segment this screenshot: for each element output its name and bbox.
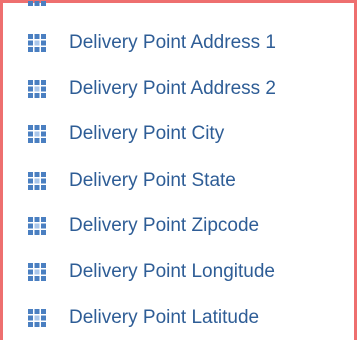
- field-label: Delivery Point Latitude: [69, 307, 260, 328]
- field-label: Delivery Point Address 1: [69, 32, 276, 53]
- table-grid-icon: [28, 0, 46, 6]
- table-grid-icon: [28, 172, 46, 190]
- field-item-delivery-point-state[interactable]: Delivery Point State: [3, 166, 354, 196]
- table-grid-icon: [28, 125, 46, 143]
- table-grid-icon: [28, 80, 46, 98]
- field-item-delivery-point-latitude[interactable]: Delivery Point Latitude: [3, 303, 354, 333]
- table-grid-icon: [28, 263, 46, 281]
- field-item-delivery-point-longitude[interactable]: Delivery Point Longitude: [3, 257, 354, 287]
- table-grid-icon: [28, 34, 46, 52]
- field-item-delivery-point-address-2[interactable]: Delivery Point Address 2: [3, 74, 354, 104]
- field-item-delivery-point-zipcode[interactable]: Delivery Point Zipcode: [3, 211, 354, 241]
- field-list-panel: Delivery Point Address 1 Delivery Point …: [0, 0, 357, 340]
- table-grid-icon: [28, 309, 46, 327]
- field-item-delivery-point-city[interactable]: Delivery Point City: [3, 119, 354, 149]
- field-label: Delivery Point State: [69, 170, 236, 191]
- field-item-delivery-point-address-1[interactable]: Delivery Point Address 1: [3, 28, 354, 58]
- table-grid-icon: [28, 217, 46, 235]
- field-label: Delivery Point City: [69, 123, 225, 144]
- field-label: Delivery Point Longitude: [69, 261, 275, 282]
- field-label: Delivery Point Address 2: [69, 78, 276, 99]
- field-label: Delivery Point Zipcode: [69, 215, 260, 236]
